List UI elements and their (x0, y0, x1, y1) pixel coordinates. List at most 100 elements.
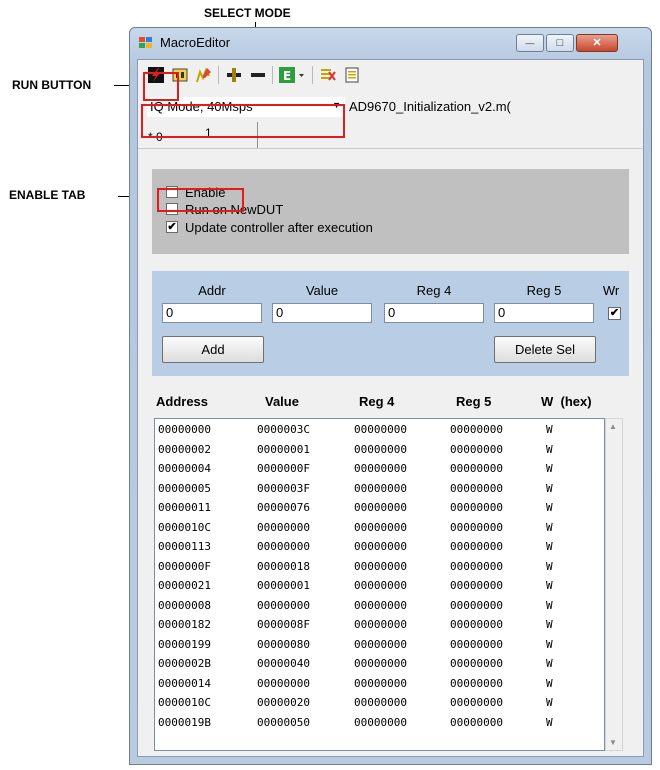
value-cell: 00000000 (257, 598, 310, 612)
table-row[interactable]: 0000010C 00000020 00000000 00000000 W (155, 694, 604, 713)
reg5-cell: 00000000 (450, 676, 503, 690)
value-cell: 00000020 (257, 696, 310, 709)
reg4-input[interactable]: 0 (384, 303, 484, 323)
delete-selected-button[interactable]: Delete Sel (494, 336, 596, 363)
reg4-cell: 00000000 (354, 618, 407, 631)
address-cell: 00000002 (158, 442, 211, 456)
value-cell: 00000000 (257, 540, 310, 553)
reg4-cell: 00000000 (354, 501, 407, 514)
reg4-cell: 00000000 (354, 657, 407, 670)
reg4-cell: 00000000 (354, 481, 407, 495)
table-row[interactable]: 00000005 0000003F 00000000 00000000 W (155, 480, 604, 499)
value-input[interactable]: 0 (272, 303, 372, 323)
address-cell: 00000199 (158, 637, 211, 651)
reg5-cell: 00000000 (450, 540, 503, 553)
add-icon[interactable] (223, 64, 245, 86)
register-list[interactable]: 00000000 0000003C 00000000 00000000 W 0000000… (154, 418, 605, 751)
table-row[interactable]: 00000008 00000000 00000000 00000000 W (155, 597, 604, 616)
editor-client-area: E IQ Mode, 40Msps ▼ AD9670_Initializatio… (137, 59, 644, 757)
address-cell: 00000011 (158, 501, 211, 514)
table-row[interactable]: 0000019B 00000050 00000000 00000000 W (155, 714, 604, 733)
reg5-cell: 00000000 (450, 598, 503, 612)
maximize-button[interactable]: □ (546, 34, 574, 52)
table-row[interactable]: 0000000F 00000018 00000000 00000000 W (155, 558, 604, 577)
toolbar: E (138, 60, 643, 90)
run-icon[interactable] (145, 64, 167, 86)
reg4-cell: 00000000 (354, 462, 407, 475)
address-cell: 00000004 (158, 462, 211, 475)
window-title: MacroEditor (160, 35, 231, 50)
table-row[interactable]: 00000004 0000000F 00000000 00000000 W (155, 460, 604, 479)
address-cell: 0000019B (158, 715, 211, 729)
reg4-cell: 00000000 (354, 579, 407, 592)
value-cell: 00000076 (257, 501, 310, 514)
add-button[interactable]: Add (162, 336, 264, 363)
tab-divider (257, 122, 258, 148)
w-cell: W (546, 579, 553, 592)
macro-icon[interactable] (169, 64, 191, 86)
table-row[interactable]: 00000021 00000001 00000000 00000000 W (155, 577, 604, 596)
value-cell: 00000000 (257, 520, 310, 534)
w-cell: W (546, 481, 553, 495)
enable-option[interactable]: Enable (166, 184, 225, 200)
mode-select-value: IQ Mode, 40Msps (150, 99, 253, 114)
table-row[interactable]: 0000002B 00000040 00000000 00000000 W (155, 655, 604, 674)
table-row[interactable]: 00000182 0000008F 00000000 00000000 W (155, 616, 604, 635)
addr-input[interactable]: 0 (162, 303, 262, 323)
toolbar-separator (218, 66, 219, 84)
reg4-cell: 00000000 (354, 676, 407, 690)
table-row[interactable]: 00000011 00000076 00000000 00000000 W (155, 499, 604, 518)
w-cell: W (546, 501, 553, 514)
export-icon[interactable]: E (277, 64, 307, 86)
run-on-newdut-checkbox[interactable] (166, 203, 178, 215)
wr-checkbox[interactable]: ✔ (608, 307, 621, 320)
list-header-reg5: Reg 5 (456, 394, 492, 409)
value-cell: 0000000F (257, 462, 310, 475)
update-controller-checkbox[interactable]: ✔ (166, 221, 178, 233)
reg4-cell: 00000000 (354, 715, 407, 729)
reg4-cell: 00000000 (354, 598, 407, 612)
address-cell: 00000113 (158, 540, 211, 553)
table-row[interactable]: 00000199 00000080 00000000 00000000 W (155, 636, 604, 655)
w-cell: W (546, 423, 553, 436)
reg5-cell: 00000000 (450, 462, 503, 475)
svg-text:E: E (283, 69, 291, 83)
reg4-cell: 00000000 (354, 540, 407, 553)
tab-0[interactable]: * 0 (148, 130, 163, 144)
reg5-cell: 00000000 (450, 442, 503, 456)
chevron-down-icon[interactable]: ▼ (332, 100, 341, 110)
tab-1[interactable]: 1 (205, 126, 212, 140)
title-bar[interactable]: MacroEditor — □ ✕ (130, 28, 651, 58)
list-icon[interactable] (341, 64, 363, 86)
table-row[interactable]: 00000113 00000000 00000000 00000000 W (155, 538, 604, 557)
reg5-input[interactable]: 0 (494, 303, 594, 323)
value-cell: 00000000 (257, 676, 310, 690)
address-cell: 00000182 (158, 618, 211, 631)
clear-icon[interactable] (317, 64, 339, 86)
mode-select[interactable]: IQ Mode, 40Msps ▼ (146, 96, 346, 118)
app-icon (139, 37, 153, 49)
list-scrollbar[interactable]: ▲ ▼ (605, 418, 623, 751)
reg5-cell: 00000000 (450, 501, 503, 514)
reg4-cell: 00000000 (354, 442, 407, 456)
w-cell: W (546, 598, 553, 612)
run-on-newdut-option[interactable]: Run on NewDUT (166, 201, 283, 217)
value-cell: 00000001 (257, 442, 310, 456)
options-panel: Enable Run on NewDUT ✔ Update controller… (152, 169, 629, 254)
reg5-cell: 00000000 (450, 618, 503, 631)
toolbar-separator (312, 66, 313, 84)
update-controller-option[interactable]: ✔ Update controller after execution (166, 219, 373, 235)
table-row[interactable]: 00000002 00000001 00000000 00000000 W (155, 441, 604, 460)
minimize-button[interactable]: — (516, 34, 544, 52)
scroll-up-icon[interactable]: ▲ (609, 422, 617, 431)
close-button[interactable]: ✕ (576, 34, 618, 52)
w-cell: W (546, 696, 553, 709)
edit-icon[interactable] (193, 64, 215, 86)
scroll-down-icon[interactable]: ▼ (609, 738, 617, 747)
reg4-cell: 00000000 (354, 637, 407, 651)
table-row[interactable]: 0000010C 00000000 00000000 00000000 W (155, 519, 604, 538)
remove-icon[interactable] (247, 64, 269, 86)
table-row[interactable]: 00000014 00000000 00000000 00000000 W (155, 675, 604, 694)
table-row[interactable]: 00000000 0000003C 00000000 00000000 W (155, 421, 604, 440)
enable-checkbox[interactable] (166, 186, 178, 198)
